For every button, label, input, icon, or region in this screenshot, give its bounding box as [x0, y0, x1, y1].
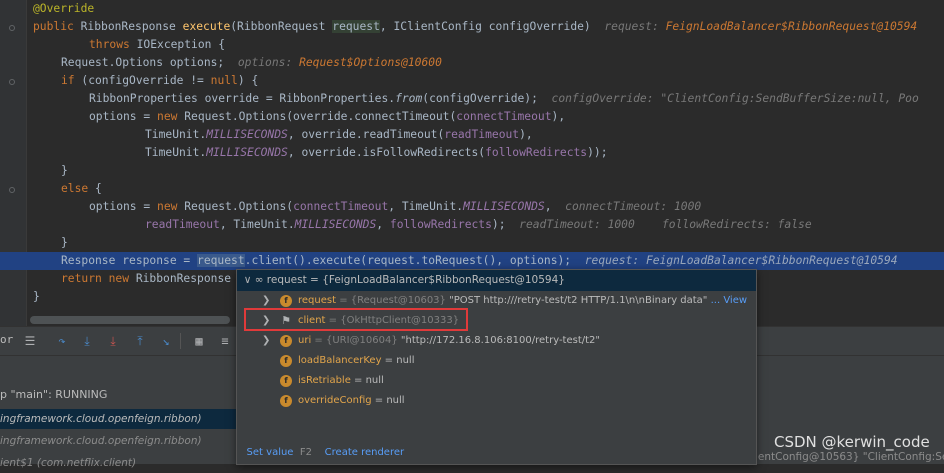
- variable-row-loadbalancerkey[interactable]: f loadBalancerKey = null: [237, 351, 756, 371]
- step-out-icon[interactable]: ⤒: [131, 333, 149, 349]
- fold-marker-icon[interactable]: [9, 25, 15, 31]
- shortcut-hint: F2: [299, 447, 312, 458]
- fold-marker-icon[interactable]: [9, 187, 15, 193]
- thread-status[interactable]: p "main": RUNNING: [0, 388, 107, 401]
- watermark: CSDN @kerwin_code: [774, 433, 930, 451]
- chevron-down-icon[interactable]: ∨: [244, 274, 252, 286]
- field-icon: f: [280, 375, 292, 387]
- run-to-cursor-icon[interactable]: ↘: [157, 333, 175, 349]
- stack-frame[interactable]: ingframework.cloud.openfeign.ribbon): [0, 431, 236, 451]
- stack-frame[interactable]: ient$1 (com.netflix.client): [0, 453, 236, 473]
- highlight-annotation-box: [244, 308, 468, 331]
- fold-marker-icon[interactable]: [9, 79, 15, 85]
- set-value-link[interactable]: Set value: [247, 447, 294, 458]
- step-over-icon[interactable]: ↷: [53, 333, 71, 349]
- toolbar-divider: [180, 333, 181, 349]
- field-icon: f: [280, 335, 292, 347]
- force-step-into-icon[interactable]: ⤓: [104, 333, 122, 349]
- variable-value-text: ientConfig@10563} "ClientConfig:Send: [755, 451, 944, 463]
- popup-footer: Set value F2 Create renderer: [237, 442, 756, 464]
- view-link[interactable]: ... View: [707, 295, 747, 306]
- toolbar-label: or: [0, 333, 14, 346]
- evaluate-expression-icon[interactable]: ▦: [190, 333, 208, 349]
- variable-row-overrideconfig[interactable]: f overrideConfig = null: [237, 391, 756, 411]
- field-icon: f: [280, 355, 292, 367]
- variable-row-isretriable[interactable]: f isRetriable = null: [237, 371, 756, 391]
- variable-row-uri[interactable]: ❯ f uri = {URI@10604} "http://172.16.8.1…: [237, 331, 756, 351]
- popup-header[interactable]: ∨ ∞ request = {FeignLoadBalancer$RibbonR…: [237, 270, 756, 291]
- create-renderer-link[interactable]: Create renderer: [325, 447, 404, 458]
- menu-icon[interactable]: ☰: [21, 333, 39, 349]
- field-icon: f: [280, 295, 292, 307]
- editor-gutter[interactable]: [0, 0, 27, 326]
- stack-frame[interactable]: ingframework.cloud.openfeign.ribbon): [0, 409, 236, 429]
- trace-icon[interactable]: ≡: [216, 333, 234, 349]
- step-into-icon[interactable]: ⤓: [78, 333, 96, 349]
- chevron-right-icon[interactable]: ❯: [262, 331, 270, 351]
- horizontal-scrollbar[interactable]: [30, 316, 230, 324]
- variable-inspector-popup: ∨ ∞ request = {FeignLoadBalancer$RibbonR…: [236, 269, 757, 465]
- field-icon: f: [280, 395, 292, 407]
- current-execution-line: Response response = request.client().exe…: [0, 252, 944, 270]
